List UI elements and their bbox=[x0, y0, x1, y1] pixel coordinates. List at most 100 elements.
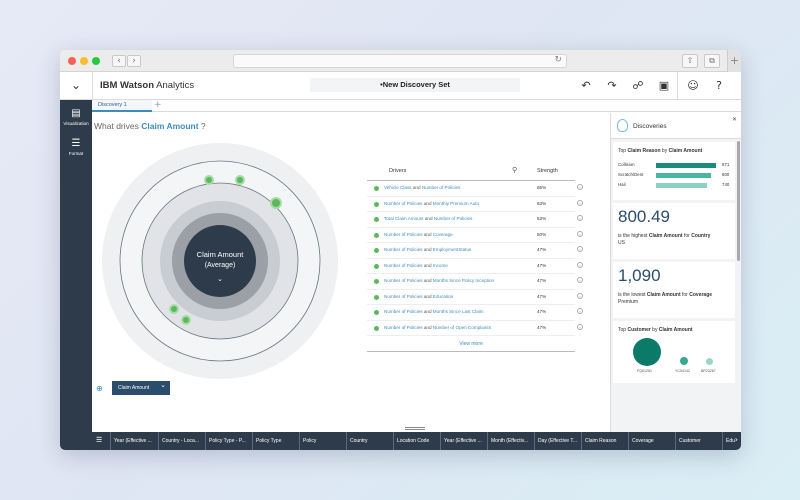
driver-label[interactable]: Number of Policies and Months Since Poli… bbox=[384, 278, 494, 283]
column-header[interactable]: Country bbox=[346, 432, 393, 450]
customer-bubble[interactable] bbox=[680, 357, 688, 365]
driver-field-a[interactable]: Vehicle Class bbox=[384, 185, 412, 190]
column-header[interactable]: Policy Type bbox=[252, 432, 299, 450]
details-arrow-icon[interactable]: › bbox=[577, 246, 583, 252]
column-header[interactable]: Policy bbox=[299, 432, 346, 450]
add-tab-button[interactable]: + bbox=[154, 100, 162, 111]
driver-field-a[interactable]: Number of Policies bbox=[384, 325, 423, 330]
claim-reason-bar-row[interactable]: Hail 740 bbox=[618, 182, 732, 188]
driver-field-a[interactable]: Number of Policies bbox=[384, 309, 423, 314]
customer-bubble[interactable] bbox=[633, 338, 661, 366]
driver-row[interactable]: Number of Policies and Education 47% › bbox=[367, 290, 583, 305]
driver-label[interactable]: Number of Policies and Coverage bbox=[384, 232, 453, 237]
details-arrow-icon[interactable]: › bbox=[577, 292, 583, 299]
search-icon[interactable]: ⚲ bbox=[512, 166, 517, 174]
tabs-icon[interactable]: ⧉ bbox=[704, 54, 720, 68]
driver-field-a[interactable]: Number of Policies bbox=[384, 232, 423, 237]
driver-field-b[interactable]: Monthly Premium Auto bbox=[433, 201, 479, 206]
driver-row[interactable]: Number of Policies and Number of Open Co… bbox=[367, 321, 583, 336]
driver-node[interactable] bbox=[169, 304, 179, 314]
target-icon[interactable]: ⊕ bbox=[96, 384, 103, 393]
details-arrow-icon[interactable]: › bbox=[577, 199, 583, 206]
minimize-window-button[interactable] bbox=[80, 57, 88, 65]
column-header[interactable]: Edu bbox=[722, 432, 741, 450]
driver-field-b[interactable]: Income bbox=[433, 263, 448, 268]
driver-field-b[interactable]: EmploymentStatus bbox=[433, 247, 472, 252]
forward-icon[interactable]: › bbox=[127, 55, 141, 67]
target-selector-button[interactable]: Claim Amount ⌄ bbox=[112, 381, 170, 395]
driver-field-b[interactable]: Number of Open Complaints bbox=[433, 325, 491, 330]
driver-label[interactable]: Vehicle Class and Number of Policies bbox=[384, 185, 460, 190]
share-icon[interactable]: ☍ bbox=[630, 78, 646, 94]
driver-row[interactable]: Number of Policies and Months Since Last… bbox=[367, 305, 583, 321]
driver-field-b[interactable]: Number of Policies bbox=[422, 185, 461, 190]
chevron-down-icon[interactable]: ⌄ bbox=[217, 275, 223, 283]
rail-visualization[interactable]: ▤ Visualization bbox=[60, 108, 92, 126]
driver-row[interactable]: Number of Policies and Monthly Premium A… bbox=[367, 197, 583, 212]
driver-node[interactable] bbox=[235, 175, 245, 185]
column-header[interactable]: Month (Effectiv... bbox=[487, 432, 534, 450]
close-icon[interactable]: ✕ bbox=[732, 116, 737, 123]
column-header[interactable]: Year (Effective ... bbox=[110, 432, 158, 450]
driver-field-a[interactable]: Number of Policies bbox=[384, 278, 423, 283]
help-icon[interactable]: ? bbox=[711, 78, 727, 94]
drivers-column-header[interactable]: Drivers bbox=[389, 168, 406, 174]
column-header[interactable]: Coverage bbox=[628, 432, 675, 450]
discovery-card-claim-reason[interactable]: Top Claim Reason by Claim Amount Collisi… bbox=[613, 142, 735, 200]
driver-label[interactable]: Number of Policies and Income bbox=[384, 263, 448, 268]
driver-field-b[interactable]: Coverage bbox=[433, 232, 453, 237]
driver-row[interactable]: Number of Policies and EmploymentStatus 4… bbox=[367, 243, 583, 259]
driver-node[interactable] bbox=[181, 315, 191, 325]
snapshot-icon[interactable]: ▣ bbox=[656, 78, 672, 94]
bar[interactable] bbox=[656, 183, 707, 188]
driver-label[interactable]: Number of Policies and Number of Open Co… bbox=[384, 325, 491, 330]
column-header[interactable]: Claim Reason bbox=[581, 432, 628, 450]
details-arrow-icon[interactable]: › bbox=[577, 261, 583, 268]
new-tab-button[interactable]: + bbox=[727, 50, 741, 72]
viz-center[interactable] bbox=[184, 225, 256, 297]
question-target[interactable]: Claim Amount bbox=[141, 121, 198, 131]
view-more-link[interactable]: View more bbox=[367, 341, 575, 352]
driver-label[interactable]: Total Claim Amount and Number of Policie… bbox=[384, 216, 472, 221]
column-header[interactable]: Customer bbox=[675, 432, 722, 450]
chevron-down-icon[interactable]: ⌄ bbox=[68, 77, 84, 93]
close-window-button[interactable] bbox=[68, 57, 76, 65]
driver-field-a[interactable]: Number of Policies bbox=[384, 294, 423, 299]
driver-field-a[interactable]: Number of Policies bbox=[384, 247, 423, 252]
column-header[interactable]: Country - Loca... bbox=[158, 432, 205, 450]
driver-field-a[interactable]: Number of Policies bbox=[384, 263, 423, 268]
column-header[interactable]: Policy Type - P... bbox=[205, 432, 252, 450]
driver-label[interactable]: Number of Policies and Monthly Premium A… bbox=[384, 201, 479, 206]
driver-row[interactable]: Number of Policies and Months Since Poli… bbox=[367, 274, 583, 290]
filter-icon[interactable]: ☰ bbox=[96, 436, 102, 444]
details-arrow-icon[interactable]: › bbox=[577, 230, 583, 237]
address-bar[interactable]: ↻ bbox=[233, 54, 567, 68]
driver-field-a[interactable]: Number of Policies bbox=[384, 201, 423, 206]
customer-bubble[interactable] bbox=[706, 358, 713, 365]
driver-node[interactable] bbox=[204, 175, 214, 185]
panel-scrollbar[interactable] bbox=[737, 141, 740, 261]
driver-row[interactable]: Number of Policies and Income 47% › bbox=[367, 259, 583, 274]
bar[interactable] bbox=[656, 163, 716, 168]
claim-reason-bar-row[interactable]: Scratch/Dent 800 bbox=[618, 172, 732, 178]
driver-row[interactable]: Total Claim Amount and Number of Policie… bbox=[367, 212, 583, 228]
discovery-card-lowest[interactable]: 1,090 is the lowest Claim Amount for Cov… bbox=[613, 262, 735, 318]
share-icon[interactable]: ⇧ bbox=[682, 54, 698, 68]
driver-field-b[interactable]: Education bbox=[433, 294, 453, 299]
driver-label[interactable]: Number of Policies and EmploymentStatus bbox=[384, 247, 471, 252]
discovery-card-top-customer[interactable]: Top Customer by Claim Amount FQ61281 YC5… bbox=[613, 321, 735, 383]
zoom-window-button[interactable] bbox=[92, 57, 100, 65]
reload-icon[interactable]: ↻ bbox=[554, 55, 562, 65]
back-icon[interactable]: ‹ bbox=[112, 55, 126, 67]
bar[interactable] bbox=[656, 173, 711, 178]
details-arrow-icon[interactable]: › bbox=[577, 323, 583, 330]
discovery-card-highest[interactable]: 800.49 is the highest Claim Amount for C… bbox=[613, 203, 735, 259]
strength-column-header[interactable]: Strength bbox=[537, 168, 558, 174]
rail-format[interactable]: ☰ Format bbox=[60, 138, 92, 156]
tab-discovery-1[interactable]: Discovery 1 bbox=[92, 100, 152, 112]
redo-icon[interactable]: ↷ bbox=[604, 78, 620, 94]
driver-field-a[interactable]: Total Claim Amount bbox=[384, 216, 424, 221]
resize-handle[interactable] bbox=[405, 427, 425, 430]
chevron-right-icon[interactable]: › bbox=[735, 435, 738, 444]
column-header[interactable]: Day (Effective T... bbox=[534, 432, 581, 450]
